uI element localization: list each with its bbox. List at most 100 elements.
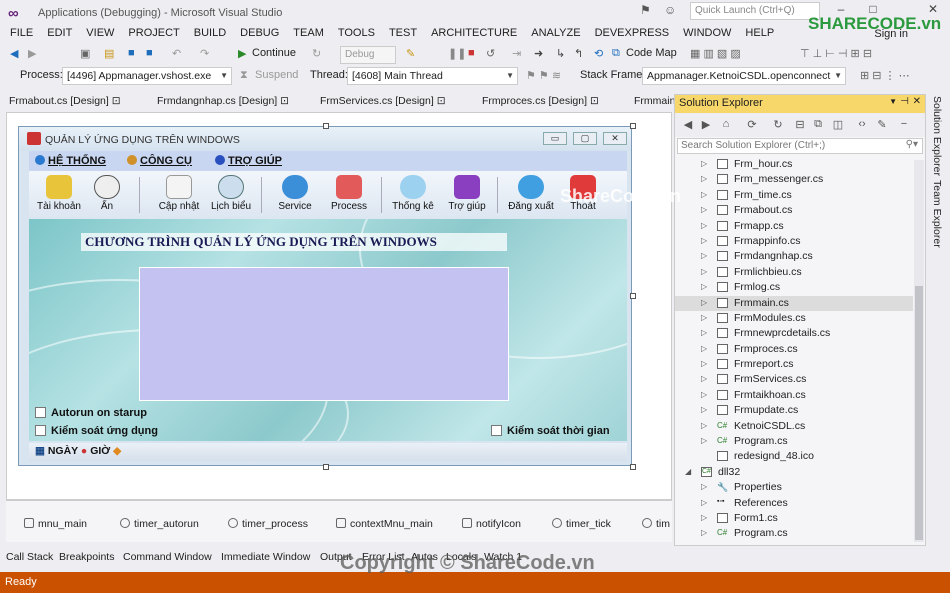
menu-devexpress[interactable]: DEVEXPRESS xyxy=(588,26,677,39)
menu-tools[interactable]: TOOLS xyxy=(331,26,382,39)
expand-arrow-icon[interactable]: ▷ xyxy=(701,359,707,368)
pause-icon[interactable]: ❚❚ xyxy=(448,47,466,60)
designed-form[interactable]: QUẢN LÝ ỨNG DỤNG TRÊN WINDOWS ▭ ▢ ✕ HỆ T… xyxy=(18,126,632,466)
expand-arrow-icon[interactable]: ▷ xyxy=(701,374,707,383)
tree-item[interactable]: ▷ Frmappinfo.cs xyxy=(675,234,913,249)
hide-button[interactable]: Ẩn xyxy=(79,175,135,217)
close-icon[interactable]: ✕ xyxy=(913,96,921,107)
menu-edit[interactable]: EDIT xyxy=(40,26,79,39)
expand-arrow-icon[interactable]: ▷ xyxy=(701,159,707,168)
tree-item[interactable]: redesignd_48.ico xyxy=(675,449,913,464)
menu-help[interactable]: HELP xyxy=(738,26,781,39)
forward-icon[interactable]: ▶ xyxy=(28,47,36,60)
pin-icon[interactable]: ⊡ xyxy=(590,95,599,107)
properties-wrench-icon[interactable]: ✎ xyxy=(875,118,889,132)
expand-arrow-icon[interactable]: ▷ xyxy=(701,313,707,322)
collapse-all-icon[interactable]: ⊟ xyxy=(793,118,807,132)
tree-item[interactable]: ▷ 🔧 Properties xyxy=(675,480,913,495)
pin-icon[interactable]: ⊡ xyxy=(437,95,446,107)
expand-arrow-icon[interactable]: ▷ xyxy=(701,436,707,445)
control-time-checkbox[interactable]: Kiểm soát thời gian xyxy=(491,425,610,437)
tree-item[interactable]: ▷ FrmModules.cs xyxy=(675,311,913,326)
tab-frmabout-design[interactable]: Frmabout.cs [Design] ⊡ xyxy=(9,95,121,107)
tree-item[interactable]: ▷ Frmproces.cs xyxy=(675,342,913,357)
menu-test[interactable]: TEST xyxy=(382,26,424,39)
tray-mnu-main[interactable]: mnu_main xyxy=(24,518,87,530)
tab-frmdangnhap-design[interactable]: Frmdangnhap.cs [Design] ⊡ xyxy=(157,95,289,107)
process-button[interactable]: Process xyxy=(321,175,377,217)
form-maximize-button[interactable]: ▢ xyxy=(573,132,597,145)
update-button[interactable]: Cập nhật xyxy=(151,175,207,217)
statistics-button[interactable]: Thống kê xyxy=(385,175,441,217)
resize-handle[interactable] xyxy=(323,464,329,470)
menu-window[interactable]: WINDOW xyxy=(676,26,738,39)
refresh-icon[interactable]: ↻ xyxy=(312,47,321,60)
scrollbar-thumb[interactable] xyxy=(915,286,923,540)
expand-arrow-icon[interactable]: ▷ xyxy=(701,251,707,260)
expand-arrow-icon[interactable]: ▷ xyxy=(701,221,707,230)
tree-item[interactable]: ▷ Frmreport.cs xyxy=(675,357,913,372)
expand-arrow-icon[interactable]: ▷ xyxy=(701,236,707,245)
menu-analyze[interactable]: ANALYZE xyxy=(524,26,587,39)
pin-icon[interactable]: ⊣ xyxy=(900,96,909,107)
continue-icon[interactable]: ▶ xyxy=(238,47,246,60)
search-icon[interactable]: ⚲▾ xyxy=(906,139,918,150)
forward-icon[interactable]: ▶ xyxy=(699,118,713,132)
menu-view[interactable]: VIEW xyxy=(79,26,121,39)
service-button[interactable]: Service xyxy=(267,175,323,217)
suspend-icon[interactable]: ⧗ xyxy=(240,69,248,82)
expand-arrow-icon[interactable]: ▷ xyxy=(701,498,707,507)
back-icon[interactable]: ◀ xyxy=(10,47,18,60)
expand-arrow-icon[interactable]: ▷ xyxy=(701,298,707,307)
new-project-icon[interactable]: ▣ xyxy=(80,47,90,60)
quick-launch-input[interactable]: Quick Launch (Ctrl+Q) xyxy=(690,2,820,20)
tree-item[interactable]: ▷ Frm_hour.cs xyxy=(675,157,913,172)
back-icon[interactable]: ◀ xyxy=(681,118,695,132)
expand-arrow-icon[interactable]: ▷ xyxy=(701,328,707,337)
tray-timer-overflow[interactable]: tim xyxy=(642,518,670,530)
step-into-icon[interactable]: ➜ xyxy=(534,47,543,60)
flag-thread-icon[interactable]: ⚑ ⚑ ≋ xyxy=(526,69,561,82)
show-next-statement-icon[interactable]: ⇥ xyxy=(512,47,521,60)
tree-item[interactable]: ▷ ▪▫▪ References xyxy=(675,496,913,511)
solution-explorer-search[interactable]: Search Solution Explorer (Ctrl+;) ⚲▾ xyxy=(677,138,923,154)
dropdown-icon[interactable]: ▼ xyxy=(889,97,897,106)
expand-arrow-icon[interactable]: ▷ xyxy=(701,174,707,183)
expand-arrow-icon[interactable]: ▷ xyxy=(701,405,707,414)
pin-icon[interactable]: ⊡ xyxy=(280,95,289,107)
tab-breakpoints[interactable]: Breakpoints xyxy=(59,551,114,563)
format-icons[interactable]: ⊞ ⊟ ⋮ ⋯ xyxy=(860,69,910,82)
form-menu-tools[interactable]: CÔNG CỤ xyxy=(127,155,192,167)
solution-explorer-scrollbar[interactable] xyxy=(914,160,924,542)
expand-arrow-icon[interactable]: ▷ xyxy=(701,513,707,522)
tree-item[interactable]: ▷ Frm_messenger.cs xyxy=(675,172,913,187)
tree-item[interactable]: ▷ Form1.cs xyxy=(675,511,913,526)
tray-timer-process[interactable]: timer_process xyxy=(228,518,308,530)
control-apps-checkbox[interactable]: Kiểm soát ứng dụng xyxy=(35,425,158,437)
side-tab-solution-explorer[interactable]: Solution Explorer xyxy=(931,96,943,176)
expand-arrow-icon[interactable]: ▷ xyxy=(701,390,707,399)
code-map-icon-2[interactable]: ⧉ xyxy=(612,47,620,60)
tab-command-window[interactable]: Command Window xyxy=(123,551,212,563)
tree-item[interactable]: ▷ Frmupdate.cs xyxy=(675,403,913,418)
undo-icon[interactable]: ↶ xyxy=(172,47,181,60)
notification-flag-icon[interactable]: ⚑ xyxy=(640,3,651,17)
stop-icon[interactable]: ■ xyxy=(468,47,475,59)
tree-item[interactable]: ▷ FrmServices.cs xyxy=(675,372,913,387)
tree-item[interactable]: ▷ Frm_time.cs xyxy=(675,188,913,203)
form-minimize-button[interactable]: ▭ xyxy=(543,132,567,145)
expand-arrow-icon[interactable]: ▷ xyxy=(701,282,707,291)
expand-arrow-icon[interactable]: ▷ xyxy=(701,205,707,214)
tray-context-menu[interactable]: contextMnu_main xyxy=(336,518,433,530)
autorun-checkbox[interactable]: Autorun on starup xyxy=(35,407,147,419)
menu-file[interactable]: FILE xyxy=(0,26,40,39)
form-title-bar[interactable]: QUẢN LÝ ỨNG DỤNG TRÊN WINDOWS ▭ ▢ ✕ xyxy=(19,127,631,151)
find-icon[interactable]: ✎ xyxy=(406,47,415,60)
tree-item[interactable]: ▷ C# Program.cs xyxy=(675,526,913,541)
menu-build[interactable]: BUILD xyxy=(187,26,233,39)
redo-icon[interactable]: ↷ xyxy=(200,47,209,60)
view-code-brackets-icon[interactable]: ‹› xyxy=(855,118,869,132)
form-close-button[interactable]: ✕ xyxy=(603,132,627,145)
tree-item[interactable]: ▷ C# KetnoiCSDL.cs xyxy=(675,419,913,434)
suspend-button[interactable]: Suspend xyxy=(255,69,298,81)
